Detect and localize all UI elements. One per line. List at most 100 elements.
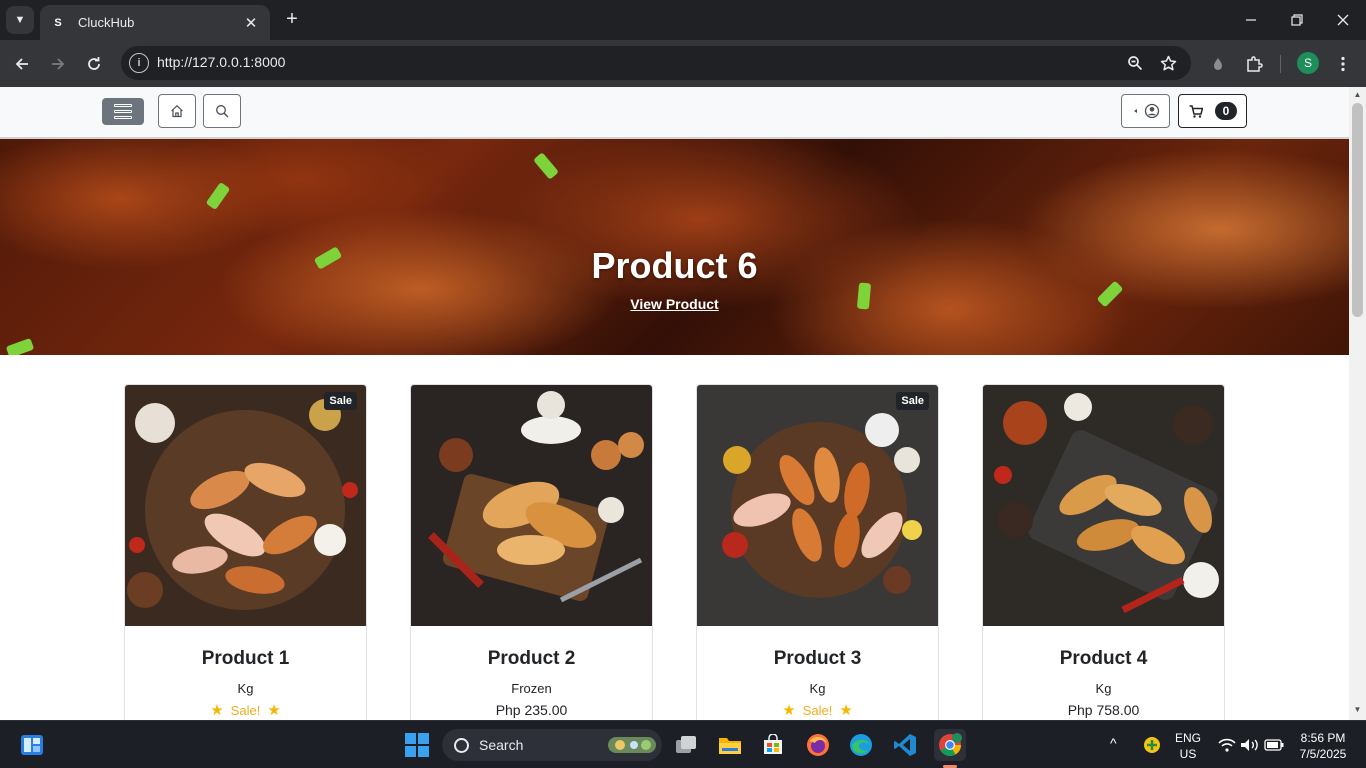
file-explorer-button[interactable] [714, 729, 746, 761]
star-icon: ★ [782, 702, 796, 719]
battery-button[interactable] [1258, 729, 1290, 761]
edge-icon [850, 734, 872, 756]
tray-app-button[interactable] [1136, 729, 1168, 761]
hero-carousel[interactable]: Product 6 View Product [0, 139, 1349, 355]
product-title: Product 2 [487, 648, 576, 669]
restore-icon [1291, 14, 1303, 26]
minimize-button[interactable] [1228, 0, 1274, 40]
scroll-thumb[interactable] [1352, 103, 1363, 317]
navbar-toggler-button[interactable] [102, 98, 144, 125]
tab-search-button[interactable]: ▼ [6, 6, 34, 34]
zoom-icon[interactable] [1125, 53, 1145, 73]
microsoft-store-button[interactable] [757, 729, 789, 761]
browser-tab-active[interactable]: S CluckHub ✕ [40, 5, 270, 40]
language-indicator[interactable]: ENG US [1172, 730, 1204, 762]
clock[interactable]: 8:56 PM 7/5/2025 [1292, 730, 1354, 762]
sale-badge: Sale [324, 392, 357, 410]
cart-icon [1189, 104, 1203, 118]
widgets-button[interactable] [16, 729, 48, 761]
menu-icon [114, 104, 132, 119]
product-sale-label: ★ Sale! ★ [210, 702, 281, 719]
cart-count-badge: 0 [1215, 102, 1237, 120]
folder-icon [719, 738, 741, 754]
forward-button[interactable] [45, 51, 71, 77]
vscode-icon [894, 734, 916, 756]
close-window-button[interactable] [1320, 0, 1366, 40]
account-dropdown-button[interactable] [1121, 94, 1170, 128]
search-highlight-icon [608, 737, 656, 753]
task-view-button[interactable] [670, 729, 702, 761]
windows-logo-icon [405, 733, 429, 757]
toolbar-divider [1280, 55, 1281, 73]
extension-lens-icon[interactable] [1206, 52, 1230, 76]
extensions-puzzle-icon[interactable] [1242, 52, 1266, 76]
product-title: Product 4 [1059, 648, 1148, 669]
start-button[interactable] [401, 729, 433, 761]
tab-title: CluckHub [78, 15, 135, 30]
view-product-link[interactable]: View Product [630, 296, 718, 312]
page-scrollbar[interactable]: ▲ ▼ [1349, 87, 1366, 720]
product-unit: Frozen [511, 681, 552, 696]
page-viewport: 0 Product 6 View Product Sale Product 1 … [0, 87, 1349, 720]
product-title: Product 1 [201, 648, 290, 669]
chrome-button[interactable] [934, 729, 966, 761]
edge-button[interactable] [845, 729, 877, 761]
tab-favicon: S [50, 14, 66, 31]
product-image[interactable] [983, 385, 1224, 626]
browser-menu-icon[interactable] [1331, 52, 1355, 76]
minimize-icon [1246, 19, 1256, 21]
cart-button[interactable]: 0 [1178, 94, 1247, 128]
product-image[interactable]: Sale [125, 385, 366, 626]
firefox-icon [807, 734, 829, 756]
product-unit: Kg [237, 681, 254, 696]
star-icon: ★ [839, 702, 853, 719]
profile-avatar[interactable]: S [1297, 52, 1319, 74]
user-circle-icon [1133, 103, 1159, 119]
close-tab-icon[interactable]: ✕ [242, 14, 260, 32]
arrow-right-icon [52, 58, 65, 70]
product-price: Php 758.00 [1067, 702, 1140, 718]
product-card[interactable]: Sale Product 1 Kg ★ Sale! ★ [124, 384, 367, 720]
product-card[interactable]: Product 2 Frozen Php 235.00 [410, 384, 653, 720]
chrome-icon [939, 733, 962, 756]
product-sale-label: ★ Sale! ★ [782, 702, 853, 719]
url-text[interactable]: http://127.0.0.1:8000 [157, 54, 285, 70]
show-hidden-icons-icon[interactable]: ^ [1110, 735, 1117, 751]
speaker-icon [1241, 739, 1258, 751]
site-info-icon[interactable]: i [129, 53, 149, 73]
reload-button[interactable] [81, 51, 107, 77]
address-bar[interactable]: i http://127.0.0.1:8000 [121, 46, 1191, 80]
vscode-button[interactable] [889, 729, 921, 761]
firefox-button[interactable] [802, 729, 834, 761]
star-icon: ★ [267, 702, 281, 719]
product-price: Php 235.00 [495, 702, 568, 718]
tray-app-icon [1144, 737, 1160, 753]
restore-button[interactable] [1274, 0, 1320, 40]
taskbar-search-label: Search [479, 737, 524, 753]
product-card[interactable]: Product 4 Kg Php 758.00 [982, 384, 1225, 720]
product-image[interactable]: Sale [697, 385, 938, 626]
product-unit: Kg [1095, 681, 1112, 696]
battery-icon [1264, 739, 1284, 751]
product-image[interactable] [411, 385, 652, 626]
home-button[interactable] [158, 94, 196, 128]
site-navbar: 0 [0, 87, 1349, 139]
hero-title: Product 6 [591, 245, 758, 286]
new-tab-button[interactable]: + [281, 9, 303, 31]
back-button[interactable] [9, 51, 35, 77]
home-icon [171, 104, 183, 118]
product-title: Product 3 [773, 648, 862, 669]
search-button[interactable] [203, 94, 241, 128]
task-view-icon [676, 736, 696, 753]
arrow-left-icon [15, 58, 28, 70]
taskbar-search[interactable]: Search [442, 729, 662, 761]
bookmark-star-icon[interactable] [1158, 53, 1178, 73]
browser-tabstrip: ▼ S CluckHub ✕ + [0, 0, 1366, 40]
scroll-down-icon[interactable]: ▼ [1353, 705, 1362, 714]
browser-toolbar: i http://127.0.0.1:8000 [0, 40, 1366, 87]
star-icon: ★ [210, 702, 224, 719]
store-icon [764, 734, 782, 754]
scroll-up-icon[interactable]: ▲ [1353, 90, 1362, 99]
close-icon [1337, 14, 1349, 26]
product-card[interactable]: Sale Product 3 Kg ★ Sale! ★ [696, 384, 939, 720]
